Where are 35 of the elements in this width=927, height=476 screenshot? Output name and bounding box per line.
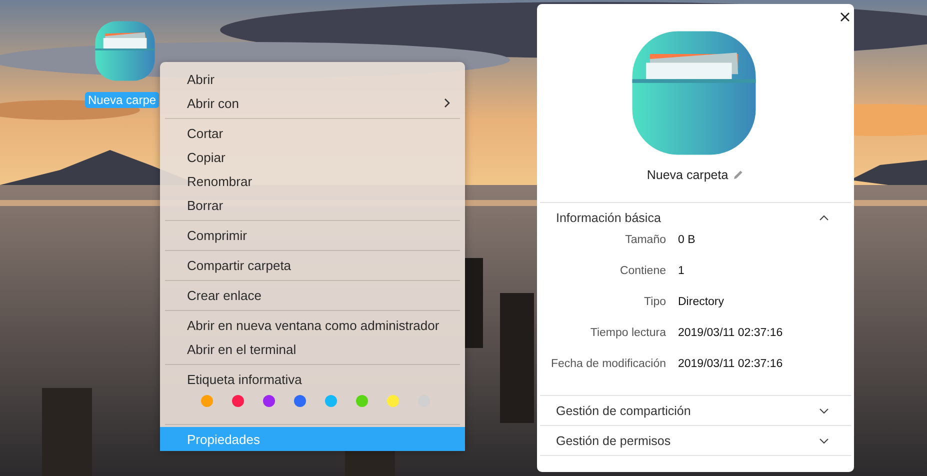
color-tag-dot[interactable] <box>263 395 275 407</box>
property-label: Tamaño <box>624 234 666 246</box>
menu-item[interactable]: Abrir con <box>165 91 460 115</box>
menu-item[interactable]: Copiar <box>165 145 460 169</box>
property-label: Fecha de modificación <box>550 358 666 370</box>
chevron-right-icon <box>444 98 450 108</box>
menu-item[interactable]: Borrar <box>165 193 460 217</box>
color-tag-dot[interactable] <box>232 395 244 407</box>
menu-item[interactable]: Comprimir <box>165 223 460 247</box>
color-tag-dot[interactable] <box>387 395 399 407</box>
property-value: 2019/03/11 02:37:16 <box>678 358 783 370</box>
menu-item[interactable]: Compartir carpeta <box>165 253 460 277</box>
property-value: 2019/03/11 02:37:16 <box>678 326 783 338</box>
property-value: Directory <box>678 296 724 308</box>
folder-name: Nueva carpeta <box>646 168 728 182</box>
color-tag-dot[interactable] <box>201 395 213 407</box>
section-header[interactable]: Gestión de permisos <box>540 426 851 455</box>
color-tag-dot[interactable] <box>356 395 368 407</box>
property-value: 1 <box>678 264 684 276</box>
property-label: Contiene <box>618 264 666 276</box>
property-value: 0 B <box>678 234 696 246</box>
menu-item[interactable]: Abrir en el terminal <box>165 337 460 361</box>
property-label: Tipo <box>643 296 666 308</box>
menu-item[interactable]: Abrir <box>165 67 460 91</box>
property-label: Tiempo lectura <box>589 326 666 338</box>
color-tag-dot[interactable] <box>325 395 337 407</box>
menu-item[interactable]: Crear enlace <box>165 283 460 307</box>
color-tag-dot[interactable] <box>294 395 306 407</box>
section-header[interactable]: Información básica <box>540 203 851 232</box>
menu-item[interactable]: Renombrar <box>165 169 460 193</box>
section-header[interactable]: Gestión de compartición <box>540 396 851 425</box>
close-icon[interactable] <box>840 12 850 22</box>
menu-item[interactable]: Abrir en nueva ventana como administrador <box>165 313 460 337</box>
pencil-icon[interactable] <box>732 169 744 181</box>
menu-item[interactable]: Cortar <box>165 121 460 145</box>
